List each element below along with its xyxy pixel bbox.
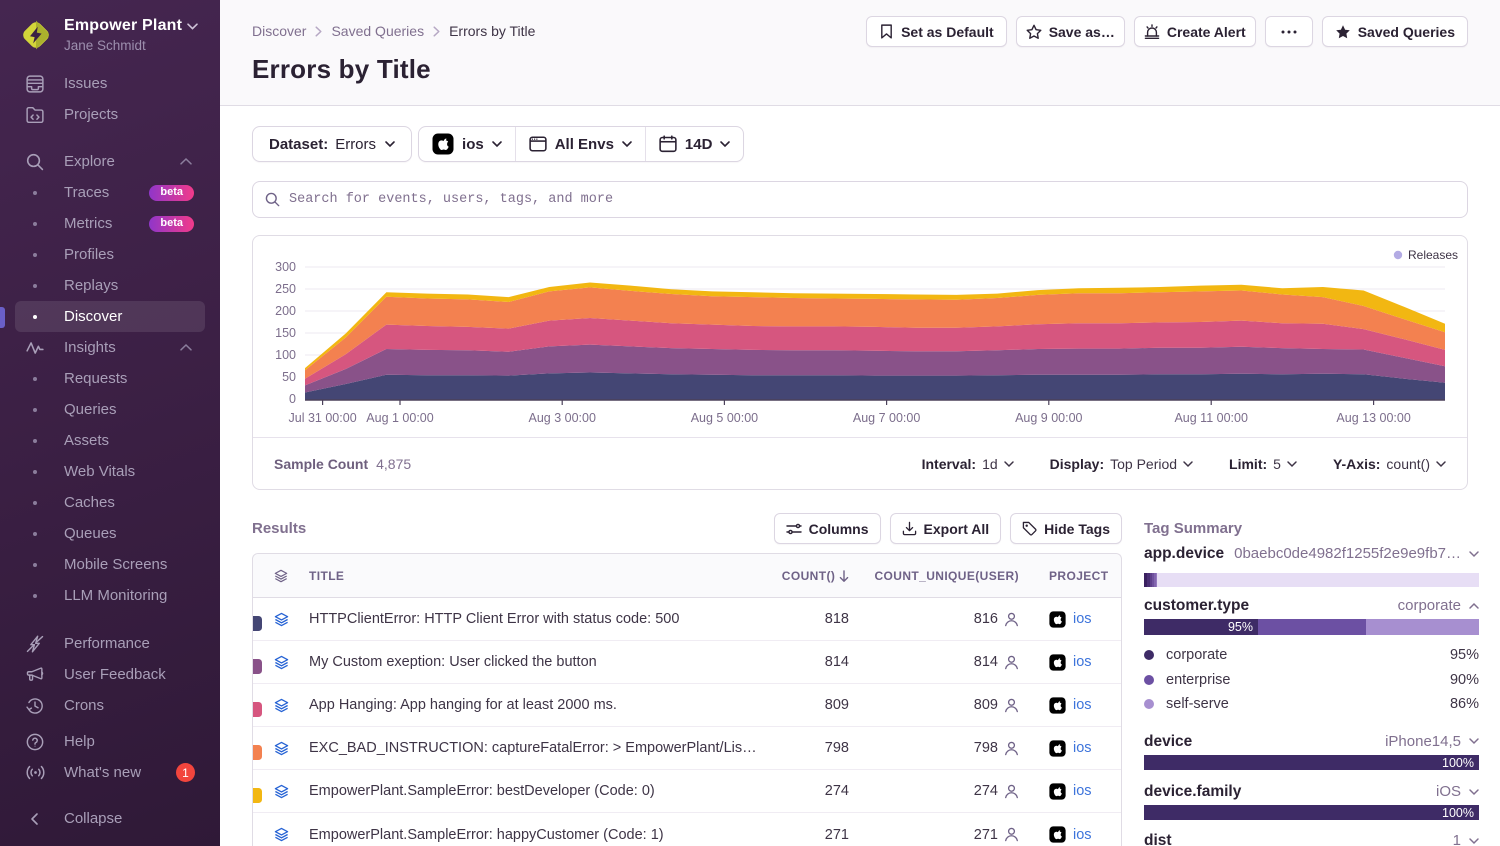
svg-text:Aug 11 00:00: Aug 11 00:00 [1174,411,1247,425]
svg-text:0: 0 [289,392,296,406]
svg-text:200: 200 [275,304,296,318]
svg-text:300: 300 [275,260,296,274]
svg-text:250: 250 [275,282,296,296]
svg-text:Aug 9 00:00: Aug 9 00:00 [1015,411,1082,425]
svg-text:Aug 1 00:00: Aug 1 00:00 [366,411,433,425]
svg-text:50: 50 [282,370,296,384]
svg-text:Aug 3 00:00: Aug 3 00:00 [528,411,595,425]
svg-text:Aug 13 00:00: Aug 13 00:00 [1336,411,1410,425]
svg-text:150: 150 [275,326,296,340]
svg-text:Aug 7 00:00: Aug 7 00:00 [853,411,920,425]
svg-text:100: 100 [275,348,296,362]
svg-text:Releases: Releases [1408,248,1458,262]
svg-text:Jul 31 00:00: Jul 31 00:00 [289,411,357,425]
svg-text:Aug 5 00:00: Aug 5 00:00 [691,411,758,425]
